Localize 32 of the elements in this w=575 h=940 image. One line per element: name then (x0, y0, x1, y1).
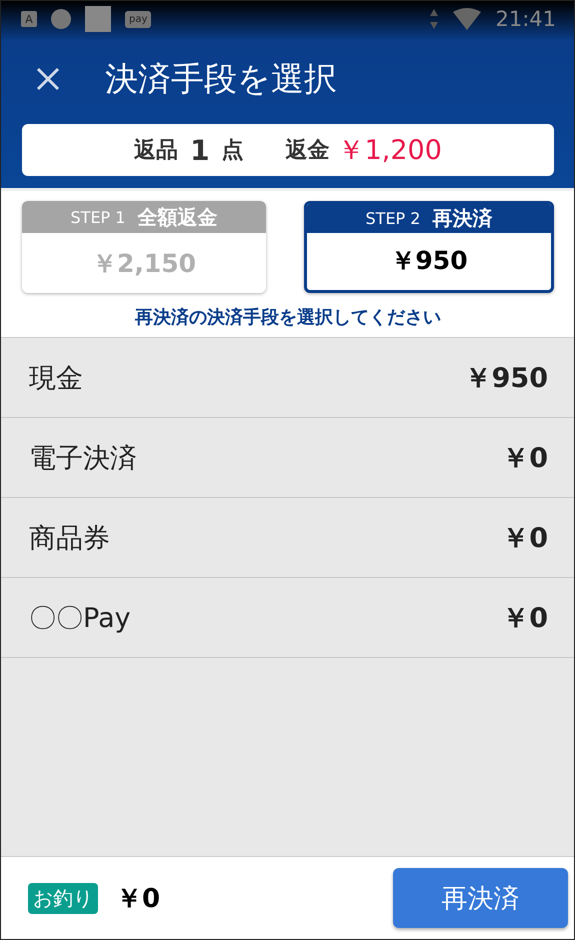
step-title: 全額返金 (137, 204, 218, 230)
data-arrows-icon (429, 8, 440, 30)
method-name: 商品券 (29, 522, 110, 556)
notification-icon (51, 9, 71, 29)
method-amount: ￥0 (502, 602, 548, 636)
change-tag: お釣り (28, 882, 98, 914)
screen-title: 決済手段を選択 (105, 58, 337, 100)
method-amount: ￥0 (502, 522, 548, 556)
method-name: 現金 (29, 362, 83, 396)
step-number: STEP 1 (70, 208, 126, 226)
notification-icon: A (21, 11, 37, 27)
instruction-text: 再決済の決済手段を選択してください (134, 306, 442, 329)
notification-icon (85, 6, 111, 32)
method-amount: ￥950 (464, 362, 548, 396)
method-amount: ￥0 (502, 442, 548, 476)
items-count: 1 (190, 134, 210, 166)
method-name: 電子決済 (29, 442, 137, 476)
method-name: 〇〇Pay (29, 602, 131, 636)
change-amount: ￥0 (116, 882, 160, 916)
notification-icon: pay (125, 10, 152, 28)
items-unit: 点 (222, 137, 244, 165)
refund-label: 返金 (286, 137, 330, 165)
items-label: 返品 (134, 137, 178, 165)
step-card[interactable]: STEP 2 再決済 ￥950 (304, 201, 554, 293)
refund-amount: ￥1,200 (338, 134, 442, 168)
step-amount: ￥2,150 (92, 248, 196, 280)
status-time: 21:41 (495, 7, 556, 31)
repay-button[interactable]: 再決済 (393, 868, 568, 928)
step-title: 再決済 (432, 205, 492, 232)
step-number: STEP 2 (366, 209, 420, 228)
step-amount: ￥950 (390, 245, 468, 277)
wifi-icon (453, 8, 482, 30)
